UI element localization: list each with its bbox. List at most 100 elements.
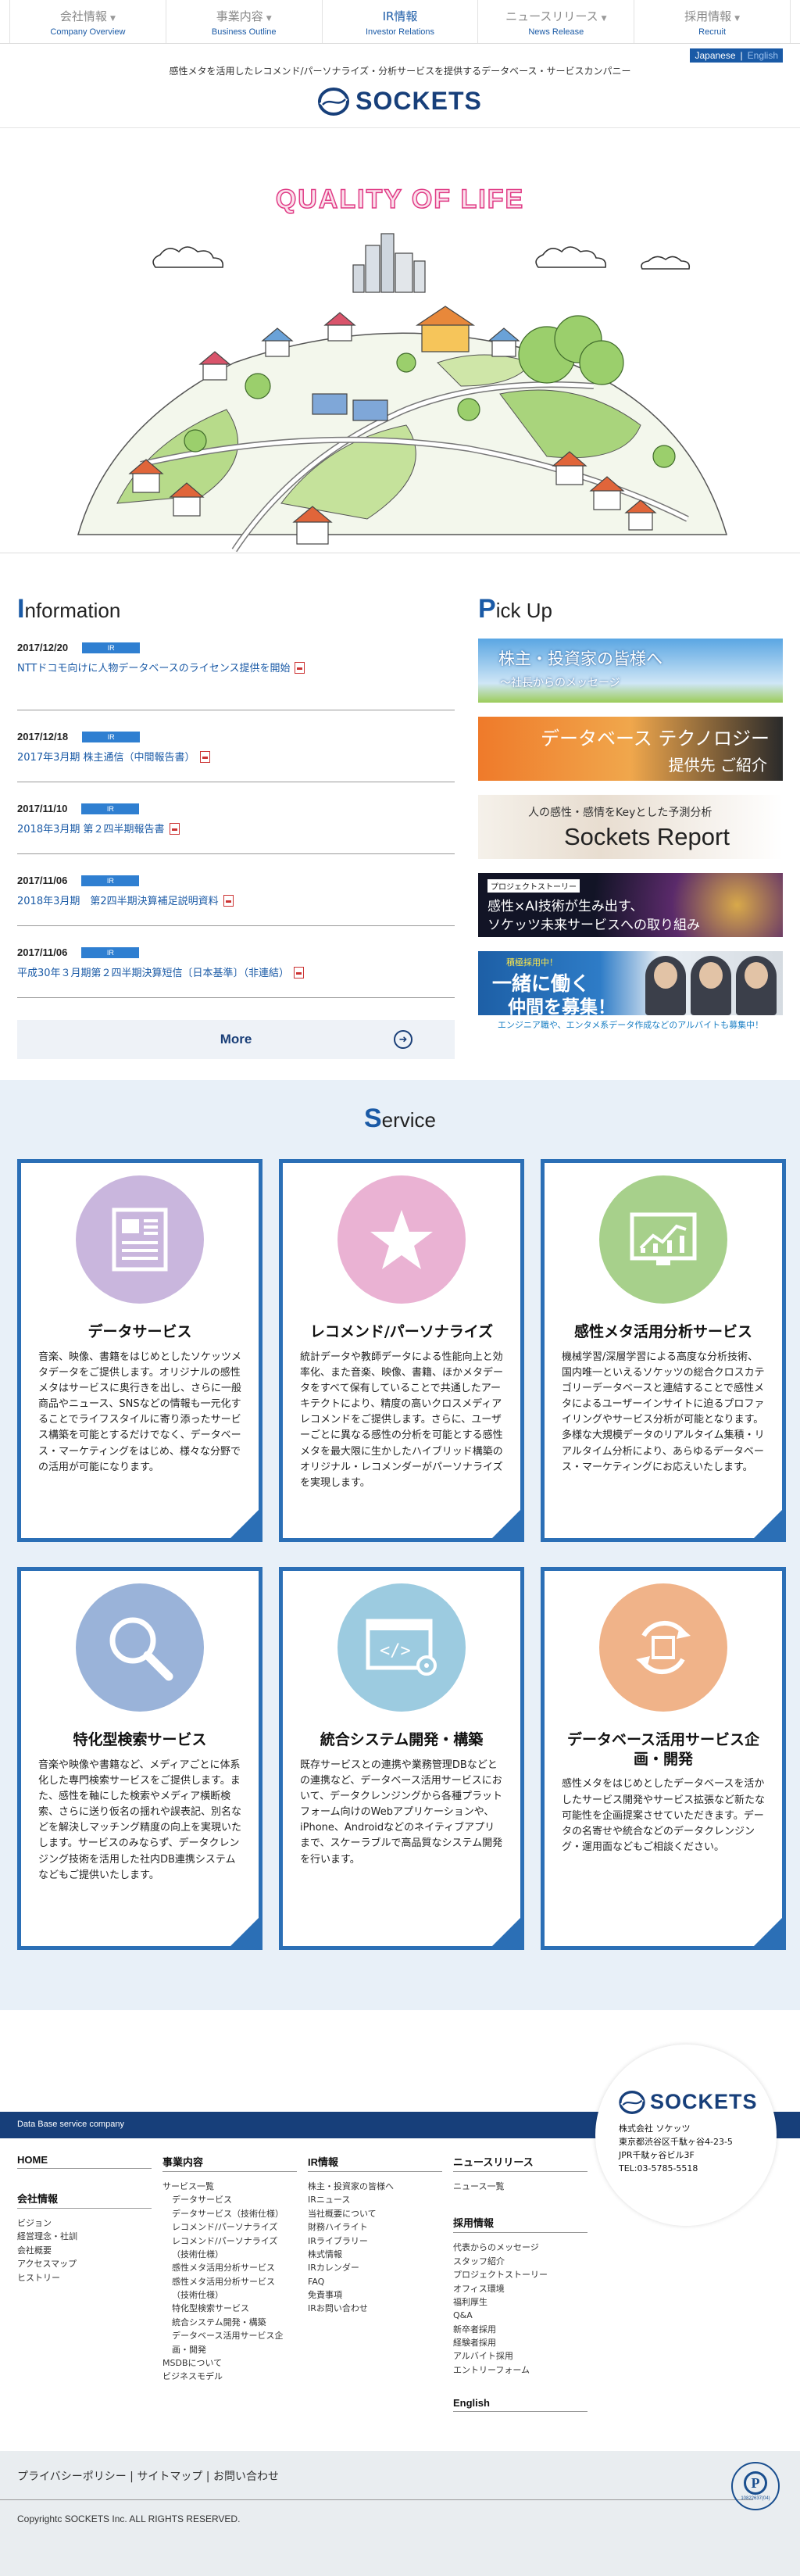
pdf-icon (294, 967, 305, 979)
news-date: 2017/12/20 (17, 642, 69, 653)
footer-link[interactable]: 免責事項 (308, 2288, 453, 2302)
service-card-data[interactable]: データサービス 音楽、映像、書籍をはじめとしたソケッツメタデータをご提供します。… (17, 1159, 262, 1542)
footer-link[interactable]: ビジネスモデル (162, 2370, 308, 2383)
footer-link[interactable]: 株主・投資家の皆様へ (308, 2180, 453, 2193)
service-card-search[interactable]: 特化型検索サービス 音楽や映像や書籍など、メディアごとに体系化した専門検索サービ… (17, 1567, 262, 1950)
pickup-panel: Pick Up 株主・投資家の皆様へ 〜社長からのメッセージ データベース テク… (478, 594, 783, 1080)
nav-recruit[interactable]: 採用情報 ▼ Recruit (634, 0, 791, 43)
footer-heading-ir[interactable]: IR情報 (308, 2154, 442, 2172)
banner-recruit[interactable]: 積極採用中！ 一緒に働く 仲間を募集！ (478, 951, 783, 1015)
banner-db-technology[interactable]: データベース テクノロジー 提供先 ご紹介 (478, 717, 783, 781)
banner-subtitle: 〜社長からのメッセージ (500, 677, 620, 689)
news-link[interactable]: 2018年3月期 第2四半期決算補足説明資料 (17, 896, 219, 907)
footer-link[interactable]: ニュース一覧 (453, 2180, 598, 2193)
footer-link[interactable]: （技術仕様） (162, 2248, 308, 2261)
company-address: 株式会社 ソケッツ 東京都渋谷区千駄ヶ谷4-23-5 JPR千駄ヶ谷ビル3F T… (619, 2122, 777, 2175)
privacy-mark-icon: P (744, 2471, 767, 2495)
footer-logo[interactable]: SOCKETS (619, 2090, 777, 2114)
footer-link[interactable]: IRニュース (308, 2193, 453, 2206)
lang-english[interactable]: English (743, 48, 783, 63)
footer-link[interactable]: レコメンド/パーソナライズ (162, 2234, 308, 2248)
footer-col-home: HOME 会社情報 ビジョン 経営理念・社訓 会社概要 アクセスマップ ヒストリ… (17, 2154, 162, 2451)
footer-link[interactable]: サービス一覧 (162, 2180, 308, 2193)
nav-label: 採用情報 (684, 9, 732, 23)
footer-link[interactable]: FAQ (308, 2275, 453, 2288)
nav-ir[interactable]: IR情報 Investor Relations (321, 0, 478, 43)
footer-link[interactable]: IRライブラリー (308, 2234, 453, 2248)
footer-link[interactable]: データサービス (162, 2193, 308, 2206)
footer-link[interactable]: 経験者採用 (453, 2336, 598, 2349)
footer-link[interactable]: 画・開発 (162, 2343, 308, 2356)
magnifier-icon (109, 1617, 173, 1681)
footer-links: 代表からのメッセージ スタッフ紹介 プロジェクトストーリー オフィス環境 福利厚… (453, 2241, 598, 2377)
footer-heading-news[interactable]: ニュースリリース (453, 2154, 588, 2172)
footer-link[interactable]: アルバイト採用 (453, 2349, 598, 2363)
chevron-down-icon: ▼ (109, 15, 116, 23)
footer-link[interactable]: ビジョン (17, 2216, 162, 2230)
service-card-recommend[interactable]: レコメンド/パーソナライズ 統計データや教師データによる性能向上と効率化、また音… (279, 1159, 524, 1542)
service-card-system[interactable]: </> 統合システム開発・構築 既存サービスとの連携や業務管理DBなどとの連携な… (279, 1567, 524, 1950)
footer-link[interactable]: オフィス環境 (453, 2282, 598, 2295)
footer-link[interactable]: 統合システム開発・構築 (162, 2316, 308, 2329)
news-item: 2017/11/06 IR 平成30年３月期第２四半期決算短信〔日本基準〕（非連結… (17, 926, 455, 998)
footer-heading-company[interactable]: 会社情報 (17, 2191, 152, 2209)
footer-link[interactable]: 特化型検索サービス (162, 2302, 308, 2315)
footer-heading-business[interactable]: 事業内容 (162, 2154, 297, 2172)
footer-link[interactable]: エントリーフォーム (453, 2363, 598, 2377)
banner-sockets-report[interactable]: 人の感性・感情をKeyとした予測分析 Sockets Report (478, 795, 783, 859)
banner-project-story[interactable]: プロジェクトストーリー 感性×AI技術が生み出す、 ソケッツ未来サービスへの取り… (478, 873, 783, 937)
news-link[interactable]: NTTドコモ向けに人物データベースのライセンス提供を開始 (17, 663, 290, 674)
nav-business[interactable]: 事業内容 ▼ Business Outline (165, 0, 322, 43)
address-line: 東京都渋谷区千駄ヶ谷4-23-5 (619, 2137, 733, 2148)
sockets-logo-icon (619, 2090, 645, 2114)
service-card-planning[interactable]: データベース活用サービス企画・開発 感性メタをはじめとしたデータベースを活かした… (541, 1567, 786, 1950)
nav-company[interactable]: 会社情報 ▼ Company Overview (9, 0, 166, 43)
more-button[interactable]: More ➜ (17, 1020, 455, 1059)
company-info-badge: SOCKETS 株式会社 ソケッツ 東京都渋谷区千駄ヶ谷4-23-5 JPR千駄… (595, 2045, 777, 2226)
logo-wordmark: SOCKETS (355, 87, 482, 115)
footer-link[interactable]: MSDBについて (162, 2356, 308, 2370)
banner-title: 株主・投資家の皆様へ (498, 649, 662, 668)
news-link[interactable]: 2017年3月期 株主通信（中間報告書） (17, 752, 195, 764)
news-link[interactable]: 平成30年３月期第２四半期決算短信〔日本基準〕（非連結） (17, 968, 289, 979)
category-badge: IR (82, 731, 141, 742)
footer-link[interactable]: 新卒者採用 (453, 2323, 598, 2336)
footer-link[interactable]: IRお問い合わせ (308, 2302, 453, 2315)
site-logo[interactable]: SOCKETS (318, 87, 482, 116)
lang-japanese[interactable]: Japanese (690, 48, 740, 63)
footer-link[interactable]: 株式情報 (308, 2248, 453, 2261)
footer-link[interactable]: 会社概要 (17, 2244, 162, 2257)
footer-link[interactable]: 当社概要について (308, 2207, 453, 2220)
service-description: 統計データや教師データによる性能向上と効率化、また音楽、映像、書籍、ほかメタデー… (300, 1351, 504, 1489)
footer-link[interactable]: アクセスマップ (17, 2257, 162, 2270)
footer-link[interactable]: データベース活用サービス企 (162, 2329, 308, 2342)
footer-link-english[interactable]: English (453, 2397, 588, 2413)
footer-link[interactable]: データサービス（技術仕様） (162, 2207, 308, 2220)
footer-heading-recruit[interactable]: 採用情報 (453, 2215, 588, 2234)
footer-link[interactable]: 代表からのメッセージ (453, 2241, 598, 2254)
news-link[interactable]: 2018年3月期 第２四半期報告書 (17, 824, 165, 835)
footer-link[interactable]: 福利厚生 (453, 2295, 598, 2309)
footer-link[interactable]: プロジェクトストーリー (453, 2268, 598, 2281)
footer-link[interactable]: レコメンド/パーソナライズ (162, 2220, 308, 2234)
banner-title: 感性×AI技術が生み出す、 (488, 899, 644, 914)
footer-policy-links[interactable]: プライバシーポリシー | サイトマップ | お問い合わせ (17, 2468, 279, 2484)
service-card-analysis[interactable]: 感性メタ活用分析サービス 機械学習/深層学習による高度な分析技術、国内唯一といえ… (541, 1159, 786, 1542)
footer-link-home[interactable]: HOME (17, 2154, 152, 2169)
footer-link[interactable]: IRカレンダー (308, 2261, 453, 2274)
nav-news[interactable]: ニュースリリース ▼ News Release (477, 0, 634, 43)
footer-links: ビジョン 経営理念・社訓 会社概要 アクセスマップ ヒストリー (17, 2216, 162, 2284)
footer-link[interactable]: ヒストリー (17, 2271, 162, 2284)
footer-link[interactable]: 経営理念・社訓 (17, 2230, 162, 2243)
sockets-logo-icon (318, 87, 350, 116)
footer-link[interactable]: 感性メタ活用分析サービス (162, 2261, 308, 2274)
banner-investor-message[interactable]: 株主・投資家の皆様へ 〜社長からのメッセージ (478, 639, 783, 703)
heading-initial: P (478, 594, 496, 624)
footer-link[interactable]: スタッフ紹介 (453, 2255, 598, 2268)
footer-link[interactable]: 感性メタ活用分析サービス (162, 2275, 308, 2288)
footer-link[interactable]: 財務ハイライト (308, 2220, 453, 2234)
footer-link[interactable]: （技術仕様） (162, 2288, 308, 2302)
language-switch: Japanese | English (690, 48, 783, 63)
privacy-mark-badge[interactable]: P 10822637(04) (731, 2462, 780, 2510)
footer-link[interactable]: Q&A (453, 2309, 598, 2322)
